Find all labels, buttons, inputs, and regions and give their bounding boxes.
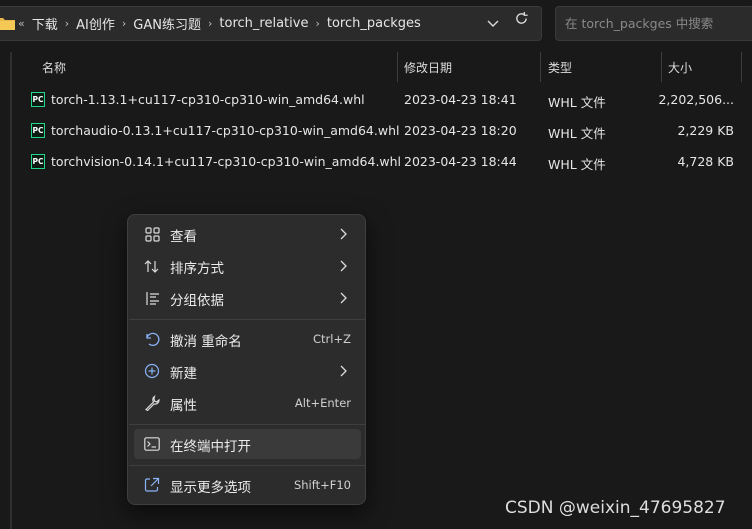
pycharm-file-icon: PC xyxy=(31,123,45,138)
file-explorer-window: « 下载 › AI创作 › GAN练习题 › torch_relative › … xyxy=(0,0,752,529)
column-header-label: 大小 xyxy=(668,60,693,75)
undo-icon xyxy=(143,330,161,348)
search-input[interactable] xyxy=(565,16,752,31)
file-size: 4,728 KB xyxy=(677,154,734,169)
menu-item-sort[interactable]: 排序方式 xyxy=(134,251,361,281)
menu-divider xyxy=(129,465,366,466)
chevron-right-icon xyxy=(340,365,347,377)
menu-item-show-more-options[interactable]: 显示更多选项 Shift+F10 xyxy=(134,470,361,500)
address-history-dropdown[interactable] xyxy=(485,16,501,32)
chevron-right-icon: › xyxy=(64,17,70,30)
breadcrumb-item[interactable]: AI创作 xyxy=(76,14,115,33)
menu-item-label: 查看 xyxy=(170,229,197,245)
file-modified: 2023-04-23 18:41 xyxy=(404,92,517,107)
file-type: WHL 文件 xyxy=(548,126,606,141)
chevron-right-icon xyxy=(340,260,347,272)
column-divider[interactable] xyxy=(540,52,541,82)
column-header-modified[interactable]: 修改日期 xyxy=(404,52,539,82)
menu-item-label: 在终端中打开 xyxy=(170,439,251,455)
chevron-right-icon xyxy=(340,228,347,240)
file-row[interactable]: PC torch-1.13.1+cu117-cp310-cp310-win_am… xyxy=(26,85,752,115)
menu-divider xyxy=(129,319,366,320)
menu-item-label: 排序方式 xyxy=(170,261,224,277)
menu-item-label: 撤消 重命名 xyxy=(170,334,242,350)
address-bar[interactable]: « 下载 › AI创作 › GAN练习题 › torch_relative › … xyxy=(0,6,542,41)
grid-icon xyxy=(143,225,161,243)
folder-icon xyxy=(0,18,15,30)
file-size: 2,229 KB xyxy=(677,123,734,138)
menu-item-group-by[interactable]: 分组依据 xyxy=(134,283,361,313)
menu-item-shortcut: Ctrl+Z xyxy=(313,332,351,346)
file-modified: 2023-04-23 18:20 xyxy=(404,123,517,138)
menu-item-label: 属性 xyxy=(170,398,197,414)
share-icon xyxy=(143,476,161,494)
pycharm-file-icon: PC xyxy=(31,154,45,169)
chevron-right-icon: › xyxy=(208,17,213,30)
column-header-type[interactable]: 类型 xyxy=(548,52,658,82)
column-divider[interactable] xyxy=(397,52,398,82)
file-name: torchvision-0.14.1+cu117-cp310-cp310-win… xyxy=(51,154,402,169)
file-type: WHL 文件 xyxy=(548,157,606,172)
breadcrumb-item[interactable]: torch_packges xyxy=(327,16,421,31)
menu-divider xyxy=(129,424,366,425)
column-header-label: 类型 xyxy=(548,60,573,75)
file-modified: 2023-04-23 18:44 xyxy=(404,154,517,169)
file-name: torch-1.13.1+cu117-cp310-cp310-win_amd64… xyxy=(51,92,365,107)
column-divider[interactable] xyxy=(661,52,662,82)
menu-item-open-in-terminal[interactable]: 在终端中打开 xyxy=(134,429,361,459)
menu-item-shortcut: Alt+Enter xyxy=(294,396,351,410)
menu-item-shortcut: Shift+F10 xyxy=(293,478,351,492)
chevron-down-icon xyxy=(487,20,499,27)
menu-item-label: 显示更多选项 xyxy=(170,480,251,496)
terminal-icon xyxy=(143,435,161,453)
wrench-icon xyxy=(143,394,161,412)
file-type: WHL 文件 xyxy=(548,95,606,110)
group-icon xyxy=(143,289,161,307)
file-row[interactable]: PC torchvision-0.14.1+cu117-cp310-cp310-… xyxy=(26,147,752,177)
breadcrumb-item[interactable]: GAN练习题 xyxy=(133,14,201,33)
pycharm-file-icon: PC xyxy=(31,92,45,107)
menu-item-label: 新建 xyxy=(170,366,197,382)
file-size: 2,202,506... xyxy=(658,92,734,107)
chevron-right-icon: › xyxy=(121,17,127,30)
column-header-label: 名称 xyxy=(42,60,67,75)
watermark-text: CSDN @weixin_47695827 xyxy=(505,498,726,518)
column-header-name[interactable]: 名称 xyxy=(42,52,397,82)
navigation-pane-edge xyxy=(10,52,12,529)
menu-item-new[interactable]: 新建 xyxy=(134,356,361,386)
refresh-icon xyxy=(515,11,528,24)
menu-item-view[interactable]: 查看 xyxy=(134,219,361,249)
menu-item-properties[interactable]: 属性 Alt+Enter xyxy=(134,388,361,418)
chevron-right-icon xyxy=(340,292,347,304)
search-box[interactable] xyxy=(555,6,752,41)
refresh-button[interactable] xyxy=(512,9,530,27)
plus-circle-icon xyxy=(143,362,161,380)
menu-item-undo-rename[interactable]: 撤消 重命名 Ctrl+Z xyxy=(134,324,361,354)
chevron-right-icon: › xyxy=(315,17,320,30)
breadcrumb-overflow[interactable]: « xyxy=(18,17,25,30)
column-header-size[interactable]: 大小 xyxy=(668,52,748,82)
breadcrumb-item[interactable]: 下载 xyxy=(32,14,58,33)
breadcrumb-item[interactable]: torch_relative xyxy=(219,16,308,31)
column-header-label: 修改日期 xyxy=(404,60,453,75)
file-row[interactable]: PC torchaudio-0.13.1+cu117-cp310-cp310-w… xyxy=(26,116,752,146)
file-name: torchaudio-0.13.1+cu117-cp310-cp310-win_… xyxy=(51,123,400,138)
menu-item-label: 分组依据 xyxy=(170,293,224,309)
column-divider[interactable] xyxy=(741,52,742,82)
sort-icon xyxy=(143,257,161,275)
context-menu: 查看 排序方式 分组依据 撤消 重命名 Ctrl+Z 新建 属性 Alt+Ent… xyxy=(127,214,366,505)
